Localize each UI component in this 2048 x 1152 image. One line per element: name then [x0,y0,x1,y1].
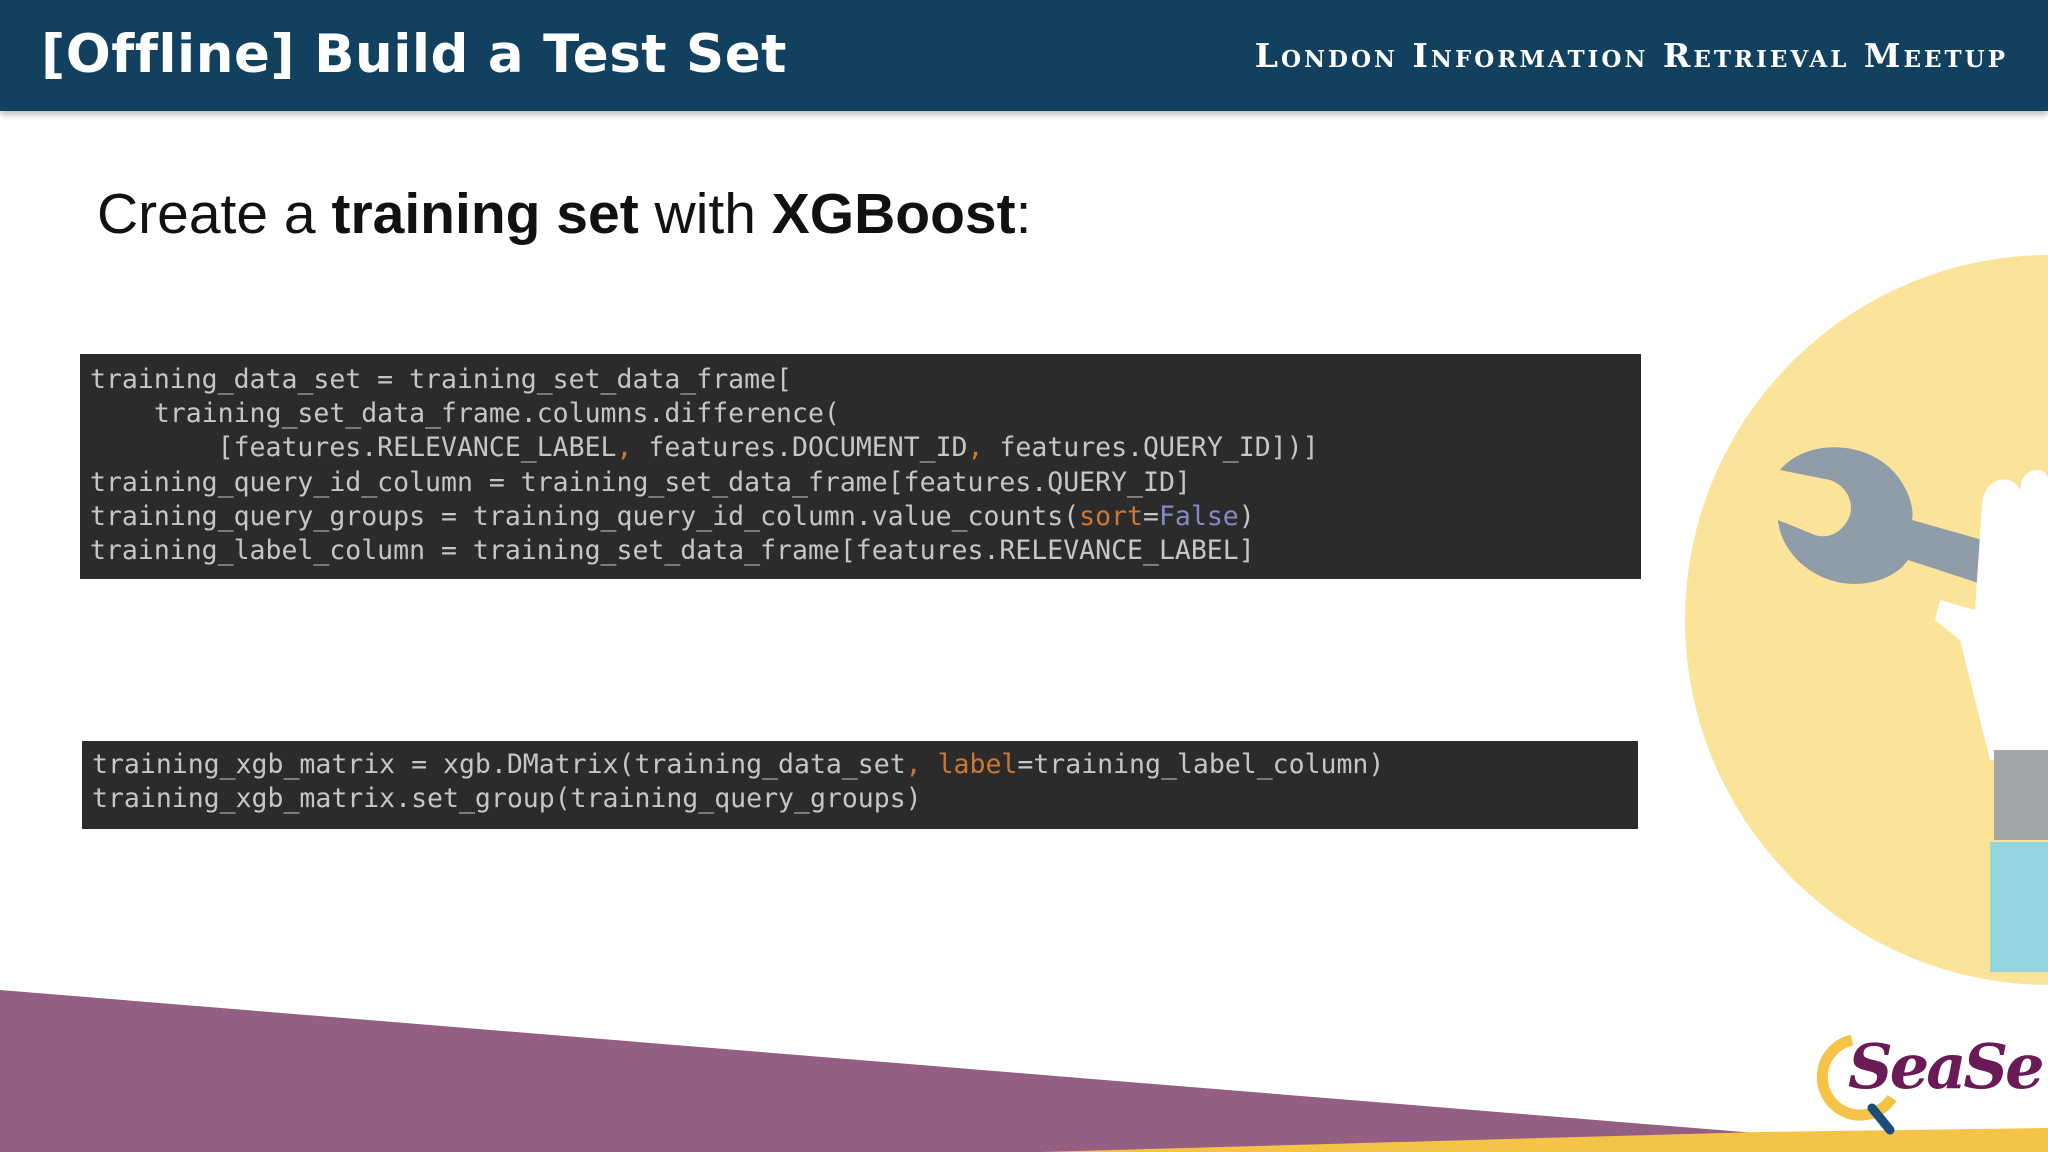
code-text: training_query_id_column = training_set_… [90,466,1191,498]
slide-title: [Offline] Build a Test Set [41,24,787,85]
sease-logo: SeaSe [1812,1010,2045,1140]
code-line: training_label_column = training_set_dat… [90,534,1631,568]
code-punct: , [905,749,922,780]
code-text: features.QUERY_ID])] [983,432,1319,464]
code-text: = [1143,500,1159,532]
code-keyword-arg: sort [1079,500,1143,532]
code-text: ) [1238,500,1255,532]
code-constant: False [1158,500,1239,532]
heading-bold: XGBoost [771,182,1016,246]
code-line: training_query_id_column = training_set_… [90,466,1631,500]
code-text: training_query_groups = training_query_i… [90,500,1080,532]
code-text: training_xgb_matrix = xgb.DMatrix(traini… [92,749,906,780]
code-text: training_set_data_frame.columns.differen… [90,398,840,430]
code-text: training_data_set = training_set_data_fr… [90,364,792,395]
code-text: =training_label_column) [1017,749,1385,780]
code-text: training_xgb_matrix.set_group(training_q… [92,783,922,815]
code-line: training_query_groups = training_query_i… [90,500,1631,534]
decor-purple-wedge [0,990,2048,1152]
code-text: [features.RELEVANCE_LABEL [90,432,617,464]
code-block-training-set: training_data_set = training_set_data_fr… [80,354,1641,579]
heading-bold: training set [331,182,639,246]
slide-header: [Offline] Build a Test Set London Inform… [0,0,2048,111]
heading-part: : [1015,182,1032,246]
code-punct: , [616,432,633,464]
slide-heading: Create a training set with XGBoost: [97,181,1031,247]
code-line: training_xgb_matrix = xgb.DMatrix(traini… [92,748,1628,782]
code-block-dmatrix: training_xgb_matrix = xgb.DMatrix(traini… [82,741,1638,829]
code-line: training_set_data_frame.columns.differen… [90,397,1631,431]
event-name: London Information Retrieval Meetup [1254,36,2008,75]
code-text: features.DOCUMENT_ID [632,432,968,464]
code-punct: , [967,432,984,464]
code-line: training_xgb_matrix.set_group(training_q… [92,782,1628,816]
code-keyword-arg: label [921,749,1018,780]
heading-part: Create a [97,182,332,246]
logo-wordmark: SeaSe [1848,1030,2045,1103]
heading-part: with [638,182,772,246]
code-text: training_label_column = training_set_dat… [90,535,1255,567]
code-line: [features.RELEVANCE_LABEL, features.DOCU… [90,431,1631,465]
code-line: training_data_set = training_set_data_fr… [90,363,1631,397]
